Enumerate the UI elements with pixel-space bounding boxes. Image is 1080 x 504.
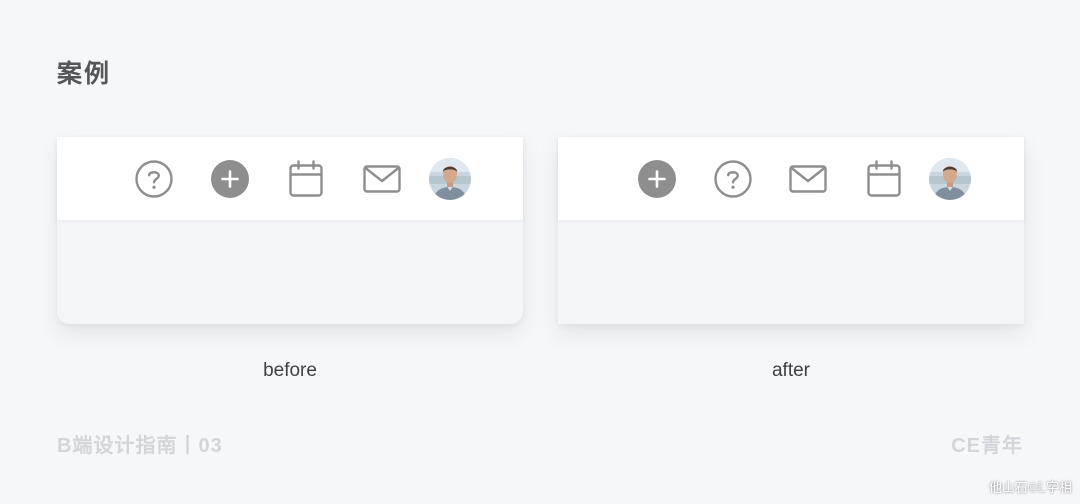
after-example-card [558,137,1024,324]
help-button[interactable] [713,159,753,199]
add-icon [211,160,249,198]
add-button[interactable] [637,159,677,199]
footer-guide-label: B端设计指南丨03 [57,435,223,457]
mail-icon [789,165,827,193]
help-button[interactable] [134,159,174,199]
footer-brand-label: CE青年 [951,435,1023,457]
before-toolbar [57,137,523,220]
watermark: 他山石©𝕃字相 [988,480,1072,495]
user-avatar-image [929,158,971,200]
calendar-icon [289,160,323,197]
user-avatar[interactable] [429,158,471,200]
add-icon [638,160,676,198]
after-caption: after [771,360,811,381]
calendar-icon [867,160,901,197]
add-button[interactable] [210,159,250,199]
calendar-button[interactable] [286,159,326,199]
help-icon [135,160,173,198]
before-caption: before [263,360,317,381]
calendar-button[interactable] [864,159,904,199]
after-toolbar [558,137,1024,220]
help-icon [714,160,752,198]
before-example-card [57,137,523,324]
mail-icon [363,165,401,193]
mail-button[interactable] [788,159,828,199]
user-avatar-image [429,158,471,200]
page-title: 案例 [57,60,112,88]
mail-button[interactable] [362,159,402,199]
user-avatar[interactable] [929,158,971,200]
